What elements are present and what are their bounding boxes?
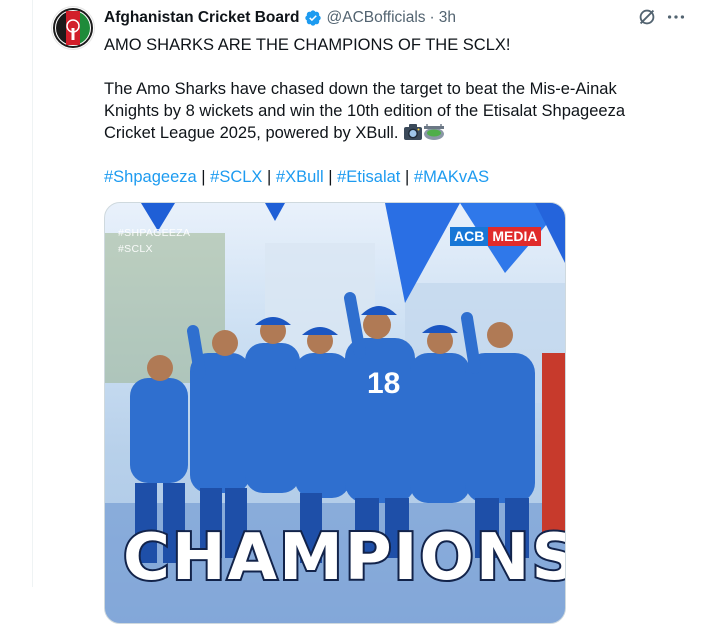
champions-banner-text: CHAMPIONS [121,519,566,597]
header-separator: · [429,9,435,26]
tweet-text: AMO SHARKS ARE THE CHAMPIONS OF THE SCLX… [104,34,664,147]
hashtag-sclx[interactable]: #SCLX [210,168,262,186]
hashtag-separator: | [328,168,333,186]
avatar[interactable] [51,6,95,50]
grok-button[interactable] [636,6,658,28]
media-watermark-tag: #SCLX [118,243,153,255]
stadium-emoji [423,123,445,147]
author-name[interactable]: Afghanistan Cricket Board [104,9,300,27]
jersey-number: 18 [367,367,400,400]
tweet-body-paragraph: The Amo Sharks have chased down the targ… [104,78,664,147]
more-options-button[interactable] [665,6,687,28]
hashtag-separator: | [267,168,272,186]
camera-flash-emoji [403,123,423,147]
hashtag-separator: | [201,168,206,186]
hashtag-etisalat[interactable]: #Etisalat [337,168,400,186]
acb-media-logo: ACB MEDIA [450,227,542,246]
acb-logo-icon [53,8,93,48]
hashtag-separator: | [405,168,410,186]
hashtag-makvas[interactable]: #MAKvAS [414,168,489,186]
acb-media-logo-part: ACB [450,227,489,246]
author-handle[interactable]: @ACBofficials [327,9,426,27]
more-options-icon [667,15,685,19]
media-watermark-tag: #SHPAGEEZA [118,227,191,239]
hashtag-xbull[interactable]: #XBull [276,168,324,186]
timestamp[interactable]: 3h [439,9,456,27]
tweet-header: Afghanistan Cricket Board @ACBofficials … [104,7,456,29]
hashtag-list: #Shpageeza | #SCLX | #XBull | #Etisalat … [104,166,489,188]
verified-badge-icon [304,10,321,26]
tweet-headline: AMO SHARKS ARE THE CHAMPIONS OF THE SCLX… [104,36,511,54]
hashtag-shpageeza[interactable]: #Shpageeza [104,168,197,186]
grok-icon [639,9,655,25]
tweet-media-image[interactable]: 18 #SHPAGEEZA #SCLX ACB MEDIA CHAMPIONS [104,202,566,624]
left-rail [0,0,33,587]
acb-media-logo-part: MEDIA [488,227,542,246]
tweet-body: The Amo Sharks have chased down the targ… [104,80,625,142]
